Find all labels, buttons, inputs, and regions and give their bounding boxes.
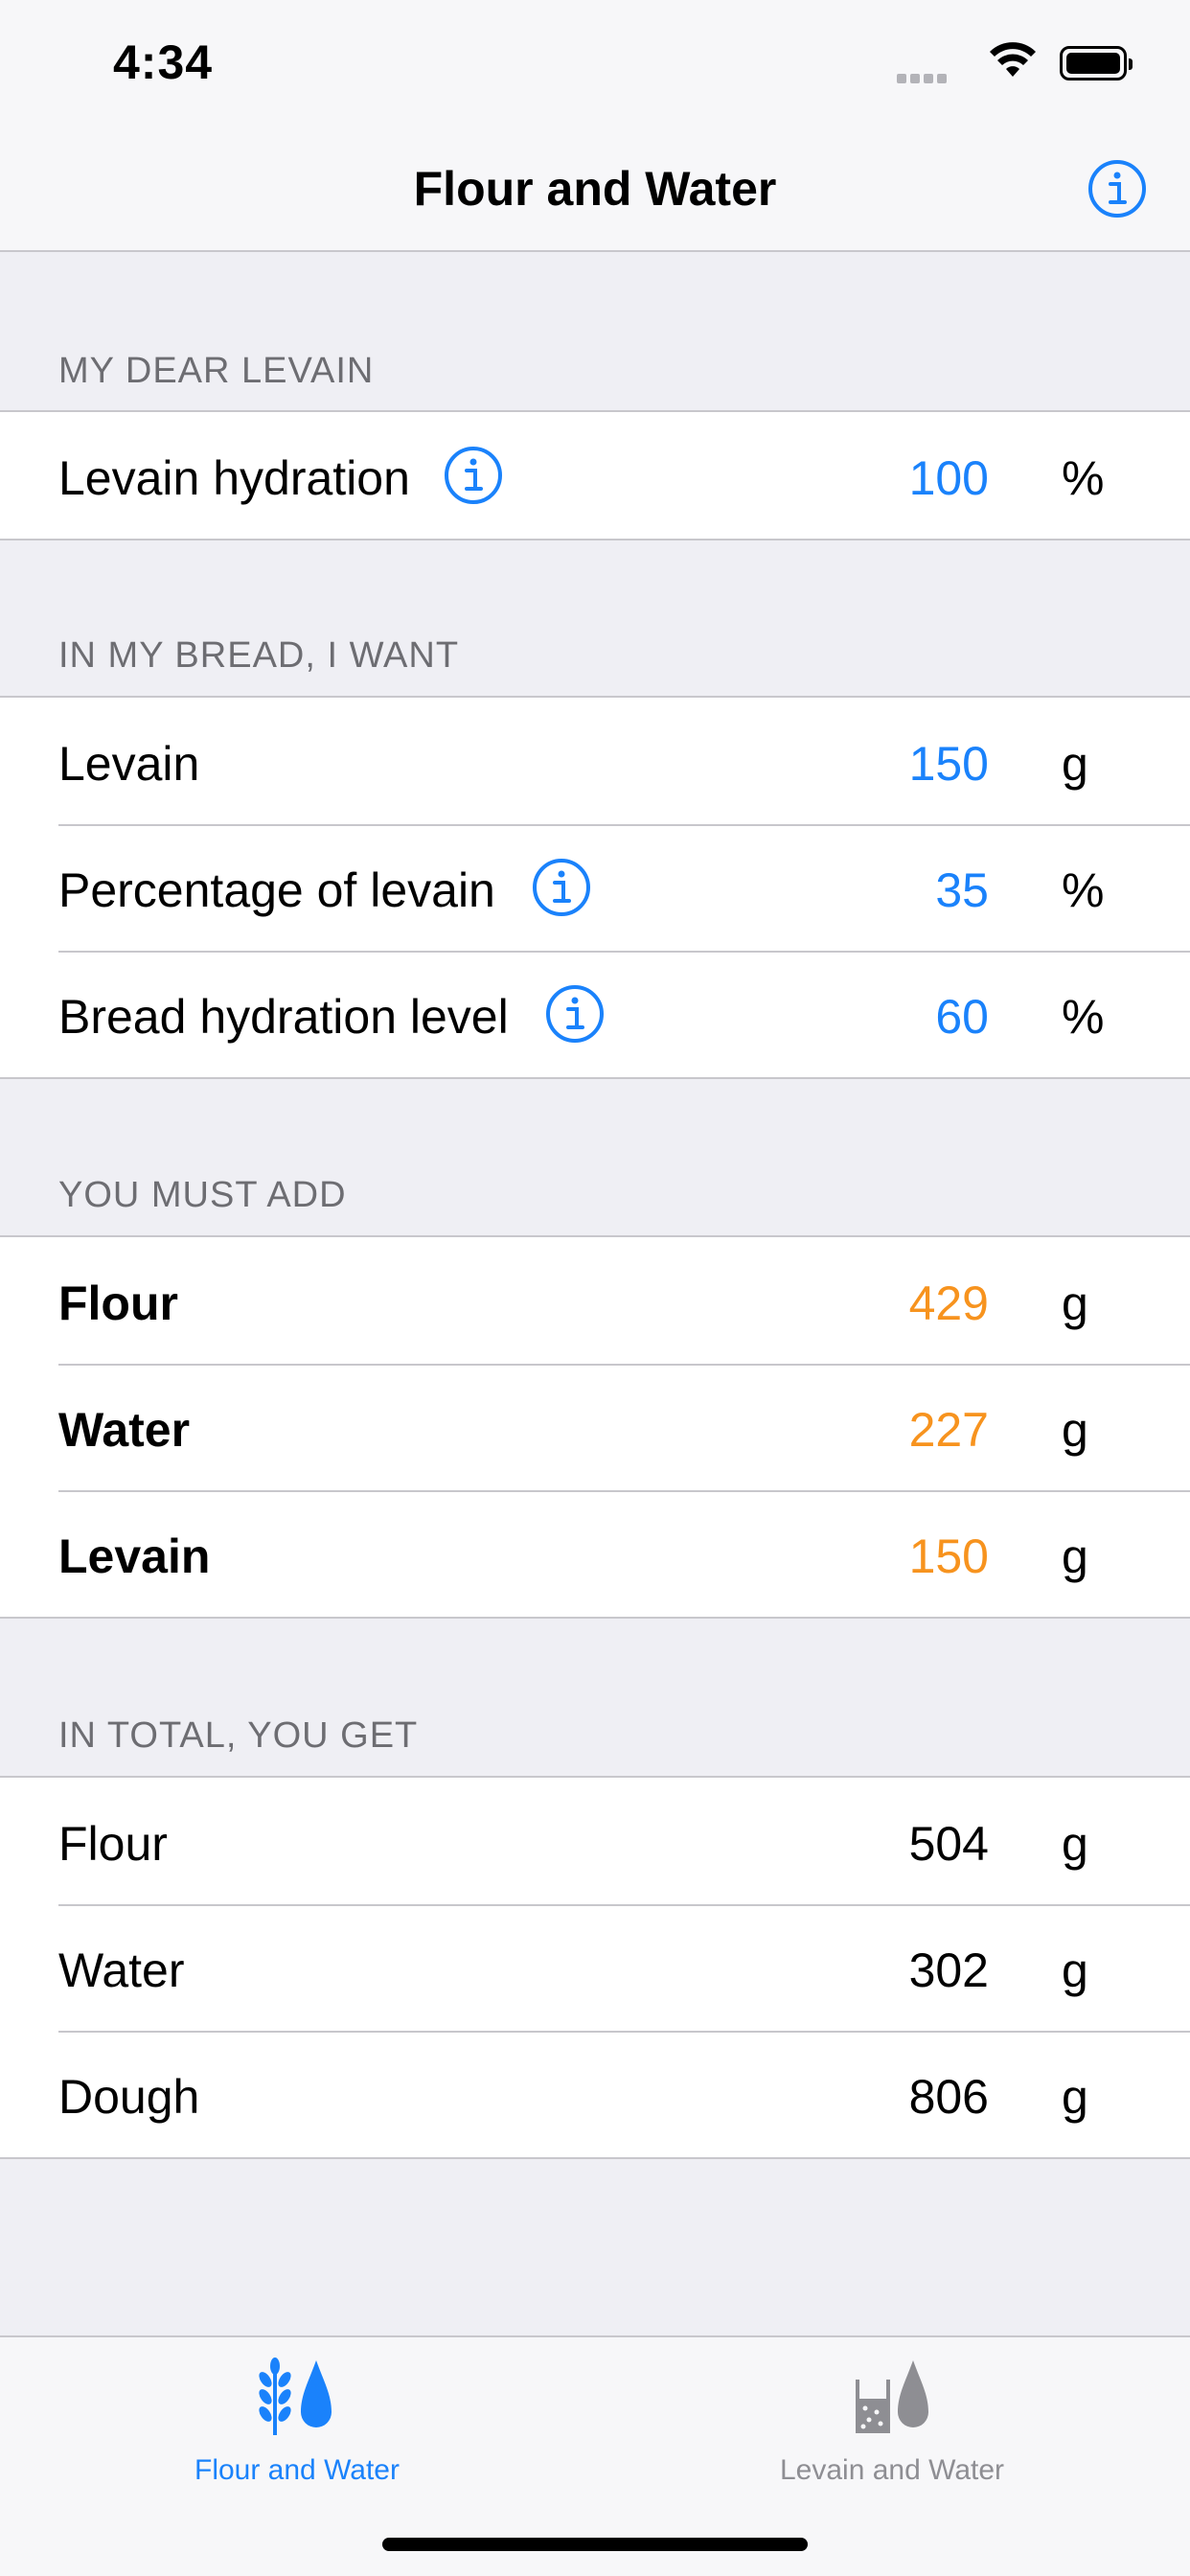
tab-label: Levain and Water [779, 2454, 1005, 2486]
row-label: Bread hydration level [58, 990, 509, 1044]
row-label: Levain [58, 737, 200, 791]
bread-hydration-row[interactable]: Bread hydration level 60 % [0, 951, 1190, 1077]
row-label: Levain [58, 1530, 211, 1583]
unit-label: % [1062, 863, 1105, 917]
want-group: Levain 150 g Percentage of levain 35 % B… [0, 696, 1190, 1079]
total-flour-row: Flour 504 g [0, 1778, 1190, 1904]
unit-label: g [1062, 1817, 1088, 1871]
row-label: Flour [58, 1817, 168, 1871]
add-water-row: Water 227 g [0, 1364, 1190, 1490]
row-label: Flour [58, 1276, 178, 1330]
levain-amount-input[interactable]: 150 [909, 736, 989, 792]
tab-flour-and-water[interactable]: Flour and Water [96, 2357, 498, 2487]
total-group: Flour 504 g Water 302 g Dough 806 g [0, 1776, 1190, 2159]
add-levain-value: 150 [908, 1530, 989, 1583]
total-water-row: Water 302 g [0, 1904, 1190, 2031]
levain-percentage-row[interactable]: Percentage of levain 35 % [0, 824, 1190, 951]
add-flour-value: 429 [908, 1276, 989, 1330]
total-flour-value: 504 [908, 1817, 989, 1871]
info-icon[interactable] [544, 983, 606, 1045]
unit-label: g [1062, 1403, 1088, 1457]
info-icon[interactable] [443, 445, 504, 506]
total-water-value: 302 [908, 1944, 989, 1997]
row-label: Levain hydration [58, 451, 410, 505]
unit-label: g [1062, 1944, 1088, 1997]
wifi-icon [990, 42, 1036, 77]
row-label: Water [58, 1403, 191, 1457]
section-header-total: IN TOTAL, YOU GET [58, 1715, 419, 1756]
home-indicator[interactable] [382, 2538, 808, 2551]
bread-hydration-input[interactable]: 60 [935, 989, 989, 1045]
unit-label: g [1062, 2070, 1088, 2124]
add-flour-row: Flour 429 g [0, 1237, 1190, 1364]
levain-percentage-input[interactable]: 35 [935, 862, 989, 918]
unit-label: g [1062, 1530, 1088, 1583]
tab-label: Flour and Water [195, 2454, 400, 2486]
page-title: Flour and Water [413, 162, 777, 216]
cellular-signal-icon [897, 71, 950, 88]
wheat-drop-icon [259, 2358, 332, 2435]
levain-group: Levain hydration 100 % [0, 410, 1190, 540]
status-icons [897, 42, 1133, 84]
info-icon[interactable] [531, 857, 592, 918]
total-dough-row: Dough 806 g [0, 2031, 1190, 2157]
unit-label: % [1062, 451, 1105, 505]
status-time: 4:34 [113, 35, 214, 89]
total-dough-value: 806 [908, 2070, 989, 2124]
jar-drop-icon [856, 2360, 928, 2433]
unit-label: g [1062, 1276, 1088, 1330]
row-label: Percentage of levain [58, 863, 495, 917]
levain-hydration-row[interactable]: Levain hydration 100 % [0, 412, 1190, 539]
section-header-levain: MY DEAR LEVAIN [58, 351, 375, 391]
levain-amount-row[interactable]: Levain 150 g [0, 698, 1190, 824]
tab-levain-and-water[interactable]: Levain and Water [691, 2357, 1093, 2487]
navigation-bar: 4:34 Flour and Water [0, 0, 1190, 252]
add-levain-row: Levain 150 g [0, 1490, 1190, 1617]
row-label: Water [58, 1944, 185, 1997]
add-group: Flour 429 g Water 227 g Levain 150 g [0, 1235, 1190, 1619]
section-header-add: YOU MUST ADD [58, 1175, 347, 1215]
levain-hydration-input[interactable]: 100 [909, 450, 989, 506]
section-header-want: IN MY BREAD, I WANT [58, 635, 460, 676]
info-icon[interactable] [1087, 158, 1148, 219]
battery-icon [1060, 46, 1133, 80]
unit-label: g [1062, 737, 1088, 791]
add-water-value: 227 [908, 1403, 989, 1457]
unit-label: % [1062, 990, 1105, 1044]
row-label: Dough [58, 2070, 200, 2124]
